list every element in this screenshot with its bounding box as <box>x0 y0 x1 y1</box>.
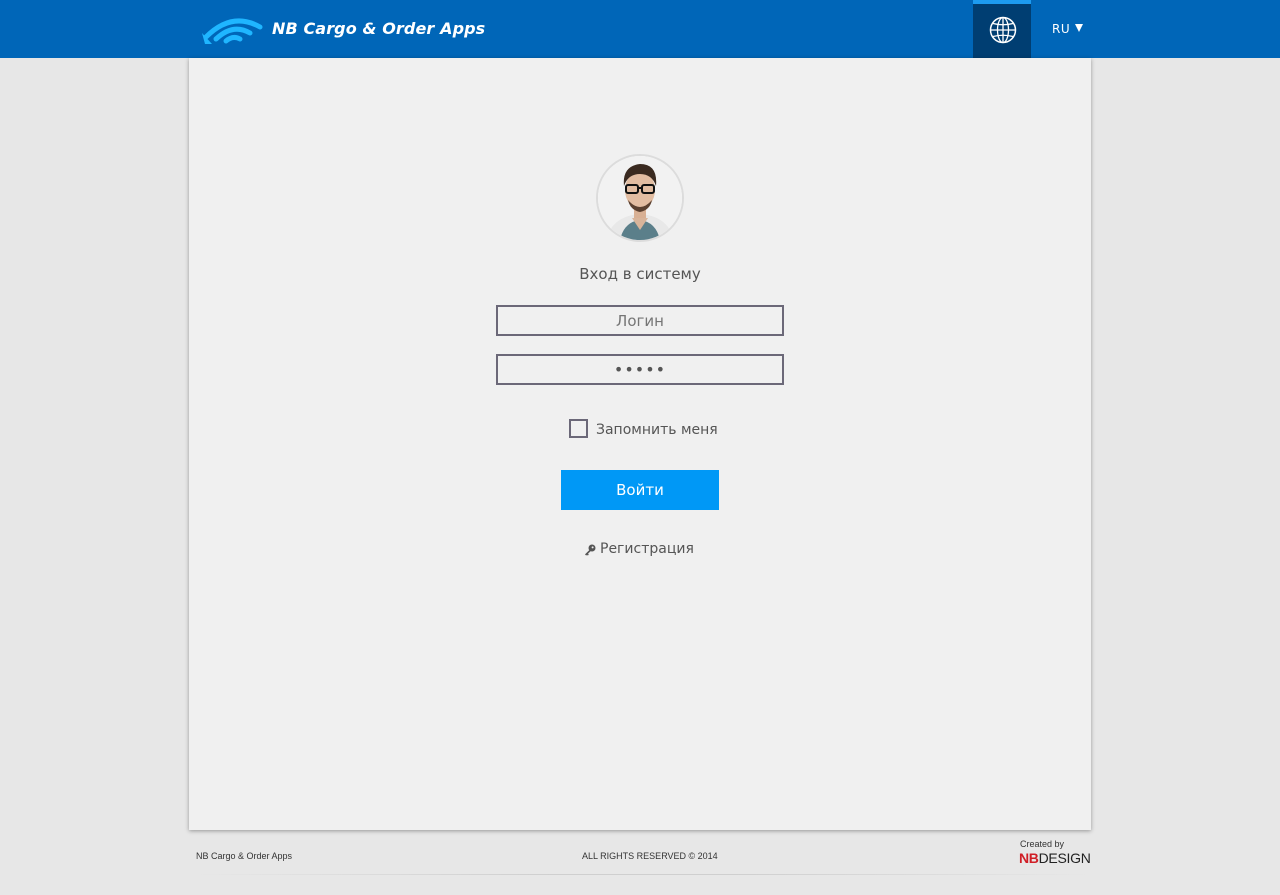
register-label: Регистрация <box>600 541 694 557</box>
password-input[interactable]: ••••• <box>496 354 784 385</box>
footer-copyright: ALL RIGHTS RESERVED © 2014 <box>582 851 718 861</box>
nbdesign-logo-design: DESIGN <box>1038 850 1091 866</box>
login-title: Вход в систему <box>579 265 701 283</box>
nbdesign-logo-nb: NB <box>1019 850 1039 866</box>
login-submit-button[interactable]: Войти <box>561 470 719 510</box>
remember-me-label[interactable]: Запомнить меня <box>596 422 718 438</box>
footer-divider <box>196 874 1091 875</box>
app-title[interactable]: NB Cargo & Order Apps <box>272 19 485 38</box>
nbdesign-logo[interactable]: NBDESIGN <box>1019 850 1091 866</box>
top-navbar: NB Cargo & Order Apps RU <box>0 0 1280 58</box>
language-selector[interactable]: RU <box>1052 22 1070 36</box>
language-globe-button[interactable] <box>973 0 1031 58</box>
footer-app-name: NB Cargo & Order Apps <box>196 851 293 861</box>
caret-down-icon[interactable] <box>1075 24 1083 32</box>
footer-created-by: Created by <box>1020 839 1065 849</box>
user-avatar <box>596 154 684 242</box>
remember-me-checkbox[interactable] <box>569 419 588 438</box>
globe-icon <box>989 16 1017 44</box>
login-input[interactable] <box>496 305 784 336</box>
key-icon <box>585 544 596 556</box>
wifi-arrow-logo-icon[interactable] <box>202 13 266 45</box>
